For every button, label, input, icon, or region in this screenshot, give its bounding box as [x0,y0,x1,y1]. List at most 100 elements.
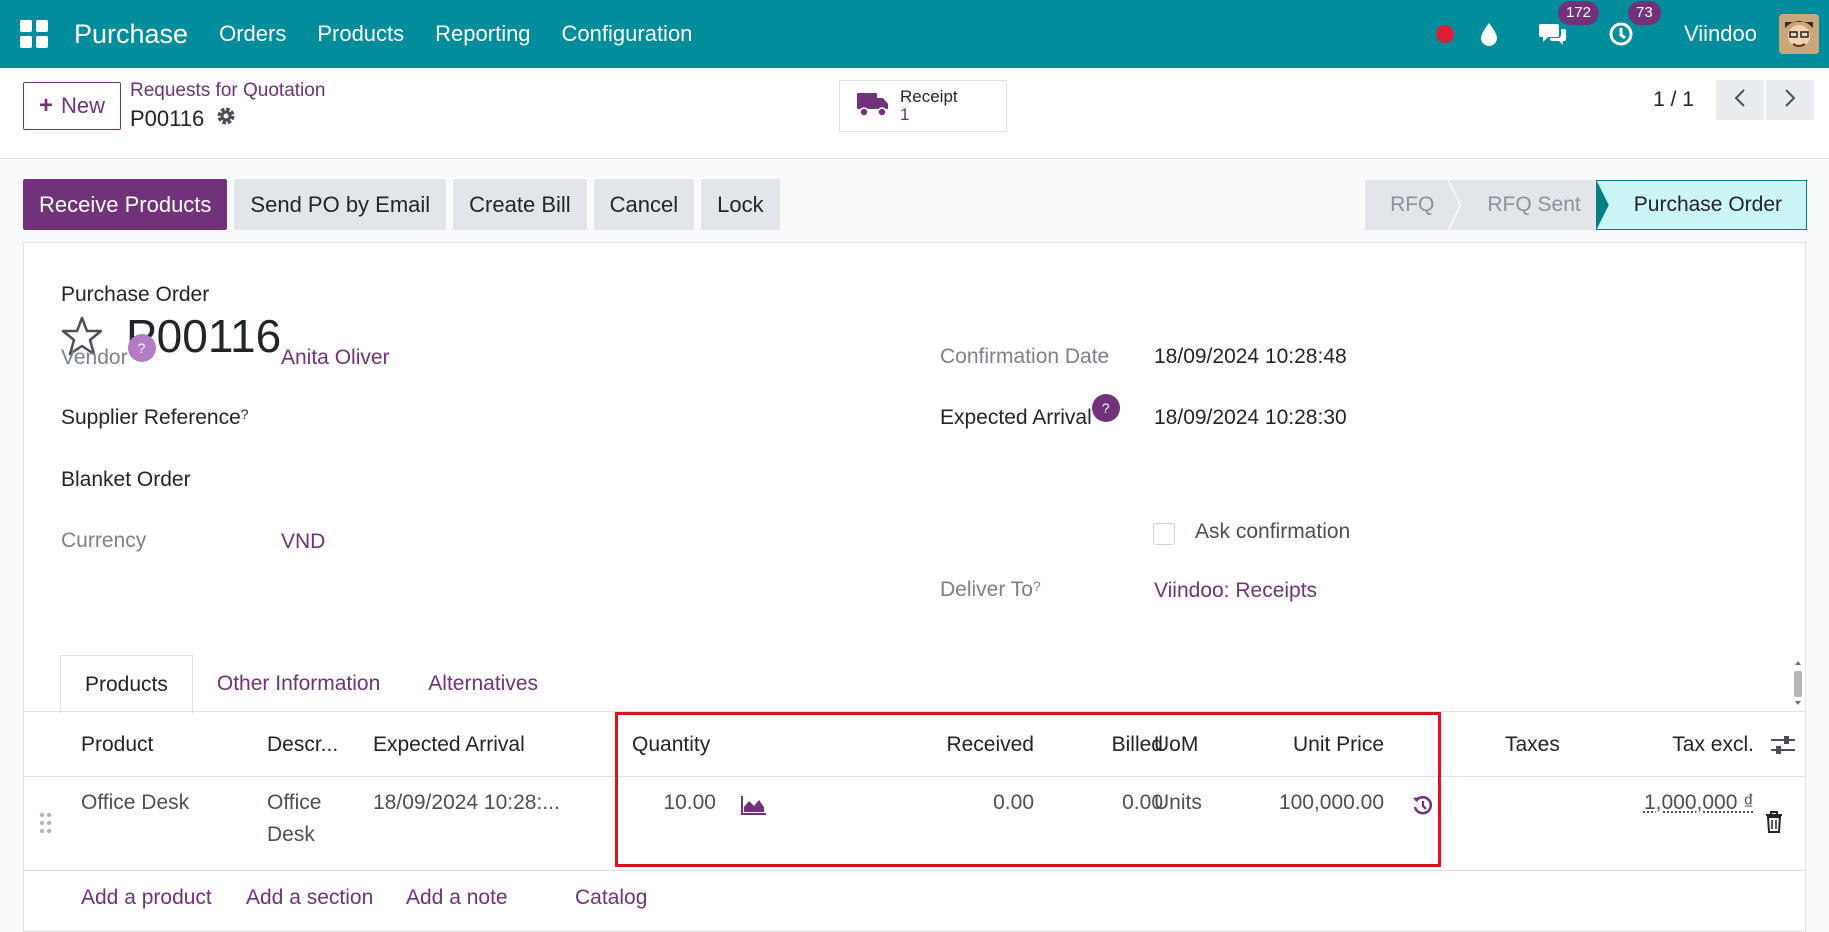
catalog-link[interactable]: Catalog [575,886,647,910]
col-description[interactable]: Descr... [267,733,338,757]
app-name[interactable]: Purchase [74,19,188,50]
deliver-to-text: Deliver To [940,578,1033,601]
add-note-link[interactable]: Add a note [406,886,508,910]
cancel-button[interactable]: Cancel [593,179,695,230]
receipt-smart-button[interactable]: Receipt 1 [839,80,1007,132]
optional-columns-icon[interactable] [1770,733,1796,762]
row-quantity[interactable]: 10.00 [624,791,716,815]
vendor-field[interactable]: Anita Oliver [281,346,390,370]
col-tax-excl[interactable]: Tax excl. [1554,733,1754,757]
vendor-label: Vendor? [61,334,156,370]
ask-confirmation-label[interactable]: Ask confirmation [1195,520,1350,544]
row-billed[interactable]: 0.00 [984,791,1163,815]
messages-badge: 172 [1558,1,1600,25]
menu-reporting[interactable]: Reporting [435,21,530,47]
send-po-email-button[interactable]: Send PO by Email [234,179,447,230]
plus-icon: + [38,92,53,119]
lock-button[interactable]: Lock [701,179,780,230]
tabs-divider [24,711,1805,712]
currency-field[interactable]: VND [281,530,325,554]
price-history-icon[interactable] [1412,795,1434,822]
col-unit-price[interactable]: Unit Price [1184,733,1384,757]
gear-icon[interactable] [216,106,236,132]
row-description-line2: Desk [267,823,315,846]
form-sheet: Purchase Order P00116 Vendor? Anita Oliv… [23,242,1806,932]
record-name: P00116 [130,106,205,131]
stage-purchase-order-label: Purchase Order [1633,193,1782,216]
receive-products-button[interactable]: Receive Products [23,179,228,230]
supplier-reference-label: Supplier Reference? [61,406,249,430]
new-button[interactable]: + New [23,82,121,130]
col-expected-arrival[interactable]: Expected Arrival [373,733,525,757]
deliver-to-field[interactable]: Viindoo: Receipts [1154,579,1317,603]
activities-clock-icon[interactable]: 73 [1608,1,1661,47]
row-description[interactable]: Office Desk [267,787,321,851]
action-buttons: Receive Products Send PO by Email Create… [23,179,787,230]
deliver-to-help[interactable]: ? [1033,578,1041,594]
col-quantity[interactable]: Quantity [632,733,710,757]
add-section-link[interactable]: Add a section [246,886,373,910]
col-product[interactable]: Product [81,733,153,757]
tab-other-information[interactable]: Other Information [193,655,404,712]
vendor-label-text: Vendor [61,346,128,369]
tab-products[interactable]: Products [60,655,193,714]
pager-value[interactable]: 1 / 1 [1653,88,1694,112]
status-bar: RFQ RFQ Sent Purchase Order [1365,180,1807,230]
water-drop-icon[interactable] [1480,22,1498,46]
stage-rfq-label: RFQ [1390,193,1435,216]
record-name-display: P00116 [130,106,236,132]
menu-products[interactable]: Products [317,21,404,47]
tab-alternatives[interactable]: Alternatives [404,655,562,712]
row-product[interactable]: Office Desk [81,791,189,815]
document-type: Purchase Order [61,283,210,306]
expected-arrival-label: Expected Arrival? [940,394,1120,430]
menu-configuration[interactable]: Configuration [562,21,693,47]
control-panel: + New Requests for Quotation P00116 Recei… [0,68,1829,159]
col-billed[interactable]: Billed [984,733,1163,757]
breadcrumb-rfq[interactable]: Requests for Quotation [130,80,325,102]
row-description-line1: Office [267,791,322,814]
truck-icon [856,90,890,123]
user-name[interactable]: Viindoo [1684,21,1757,47]
supplier-reference-help[interactable]: ? [241,406,249,422]
stage-rfq[interactable]: RFQ [1365,180,1459,230]
scrollbar[interactable] [1791,657,1805,709]
chevron-left-icon [1734,88,1746,113]
stage-rfq-sent[interactable]: RFQ Sent [1449,180,1605,230]
create-bill-button[interactable]: Create Bill [453,179,587,230]
blanket-order-label: Blanket Order [61,468,191,491]
receipt-label: Receipt [900,87,958,106]
pager-previous-button[interactable] [1716,80,1764,120]
notebook-tabs: Products Other Information Alternatives [60,655,562,714]
messages-icon[interactable]: 172 [1538,1,1600,47]
add-product-link[interactable]: Add a product [81,886,212,910]
drag-handle-icon[interactable] [38,811,54,840]
recording-dot-icon[interactable] [1436,25,1454,43]
scrollbar-thumb[interactable] [1794,671,1802,697]
pager-next-button[interactable] [1766,80,1814,120]
vendor-help-icon[interactable]: ? [127,334,156,362]
forecast-chart-icon[interactable] [741,795,767,820]
supplier-reference-text: Supplier Reference [61,406,241,429]
expected-arrival-help-icon[interactable]: ? [1091,394,1120,422]
currency-label: Currency [61,529,147,552]
trash-icon[interactable] [1765,811,1783,838]
col-taxes[interactable]: Taxes [1505,733,1560,757]
table-header-divider [24,776,1805,777]
confirmation-date-field[interactable]: 18/09/2024 10:28:48 [1154,345,1347,369]
top-navbar: Purchase Orders Products Reporting Confi… [0,0,1829,68]
expected-arrival-field[interactable]: 18/09/2024 10:28:30 [1154,406,1347,430]
systray: 172 73 Viindoo [1436,0,1829,68]
table-row-divider [24,870,1805,871]
row-tax-excl[interactable]: 1,000,000 ₫ [1554,791,1754,815]
user-avatar[interactable] [1779,14,1819,54]
ask-confirmation-checkbox[interactable] [1153,523,1175,545]
expected-arrival-text: Expected Arrival [940,406,1092,429]
stage-rfq-sent-label: RFQ Sent [1487,193,1581,216]
stage-purchase-order[interactable]: Purchase Order [1595,180,1807,230]
deliver-to-label: Deliver To? [940,578,1041,602]
row-expected-arrival[interactable]: 18/09/2024 10:28:... [373,791,560,815]
row-unit-price[interactable]: 100,000.00 [1184,791,1384,815]
menu-orders[interactable]: Orders [219,21,286,47]
apps-grid-icon[interactable] [20,20,48,48]
